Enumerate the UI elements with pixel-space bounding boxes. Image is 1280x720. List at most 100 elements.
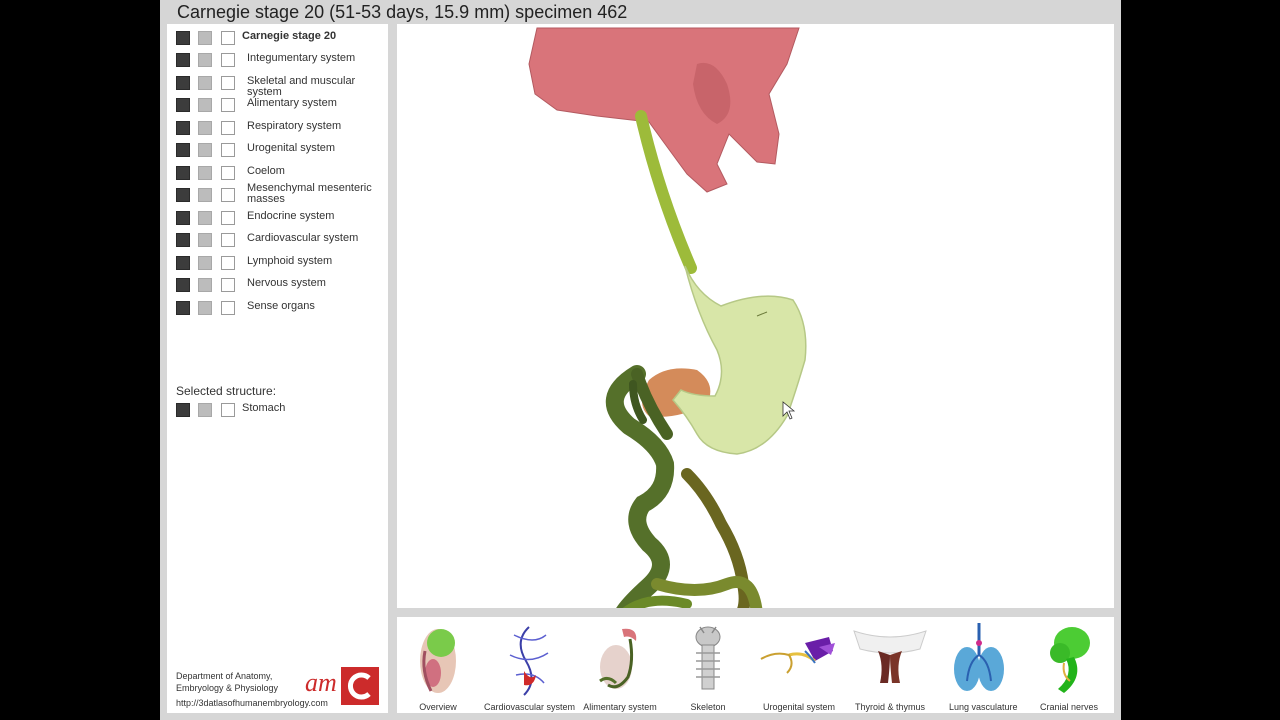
- alimentary-thumbnail: [599, 628, 637, 689]
- thumb-urogenital[interactable]: Urogenital system: [759, 617, 839, 713]
- page-title: Carnegie stage 20 (51-53 days, 15.9 mm) …: [177, 2, 628, 22]
- system-label: Coelom: [247, 165, 285, 177]
- hide-toggle[interactable]: [221, 53, 235, 67]
- hide-toggle[interactable]: [221, 211, 235, 225]
- show-solid-toggle[interactable]: [176, 301, 190, 315]
- system-label: Respiratory system: [247, 120, 342, 132]
- cardiovascular-thumbnail: [509, 626, 549, 696]
- system-row[interactable]: Cardiovascular system: [176, 232, 388, 249]
- department-line-2: Embryology & Physiology: [176, 683, 279, 693]
- hide-toggle[interactable]: [221, 278, 235, 292]
- system-label: Endocrine system: [247, 210, 335, 222]
- show-solid-toggle[interactable]: [176, 121, 190, 135]
- hide-toggle[interactable]: [221, 188, 235, 202]
- hide-toggle[interactable]: [221, 31, 235, 45]
- system-label: Mesenchymal mesenteric masses: [247, 182, 372, 205]
- thumb-overview-label: Overview: [419, 702, 457, 712]
- hide-toggle[interactable]: [221, 76, 235, 90]
- hide-toggle[interactable]: [221, 143, 235, 157]
- system-row[interactable]: Integumentary system: [176, 52, 388, 69]
- show-transparent-toggle[interactable]: [198, 76, 212, 90]
- thumb-thyroid[interactable]: Thyroid & thymus: [850, 617, 930, 713]
- thumb-cardiovascular[interactable]: Cardiovascular system: [484, 617, 576, 713]
- hide-toggle[interactable]: [221, 233, 235, 247]
- system-row[interactable]: Endocrine system: [176, 210, 388, 227]
- hide-toggle[interactable]: [221, 403, 235, 417]
- show-transparent-toggle[interactable]: [198, 278, 212, 292]
- show-solid-toggle[interactable]: [176, 233, 190, 247]
- lung-thumbnail: [954, 623, 1004, 691]
- selected-structure-heading: Selected structure:: [176, 384, 277, 398]
- system-label: Carnegie stage 20: [242, 30, 337, 42]
- show-transparent-toggle[interactable]: [198, 211, 212, 225]
- show-solid-toggle[interactable]: [176, 211, 190, 225]
- thumb-skeleton[interactable]: Skeleton: [690, 617, 726, 713]
- show-solid-toggle[interactable]: [176, 31, 190, 45]
- selected-structure-label: Stomach: [242, 402, 286, 414]
- thumb-lung[interactable]: Lung vasculature: [949, 617, 1018, 713]
- show-transparent-toggle[interactable]: [198, 166, 212, 180]
- system-row[interactable]: Nervous system: [176, 277, 388, 294]
- 3d-viewer[interactable]: [397, 24, 1114, 608]
- show-transparent-toggle[interactable]: [198, 143, 212, 157]
- show-solid-toggle[interactable]: [176, 256, 190, 270]
- show-solid-toggle[interactable]: [176, 278, 190, 292]
- show-transparent-toggle[interactable]: [198, 188, 212, 202]
- hide-toggle[interactable]: [221, 166, 235, 180]
- hide-toggle[interactable]: [221, 98, 235, 112]
- show-solid-toggle[interactable]: [176, 143, 190, 157]
- system-row[interactable]: Coelom: [176, 165, 388, 182]
- system-label: Nervous system: [247, 277, 326, 289]
- urogenital-thumbnail: [760, 637, 835, 674]
- show-solid-toggle[interactable]: [176, 166, 190, 180]
- thumb-skeleton-label: Skeleton: [690, 702, 726, 712]
- system-label: Cardiovascular system: [247, 232, 359, 244]
- system-label: Urogenital system: [247, 142, 336, 154]
- show-transparent-toggle[interactable]: [198, 233, 212, 247]
- thumb-urogenital-label: Urogenital system: [762, 702, 836, 712]
- selected-structure-row[interactable]: Stomach: [176, 402, 388, 419]
- show-transparent-toggle[interactable]: [198, 403, 212, 417]
- thumb-cranial-nerves[interactable]: Cranial nerves: [1039, 617, 1099, 713]
- thumb-cranial-nerves-label: Cranial nerves: [1039, 702, 1099, 712]
- show-solid-toggle[interactable]: [176, 188, 190, 202]
- thumb-alimentary[interactable]: Alimentary system: [580, 617, 660, 713]
- system-row[interactable]: Lymphoid system: [176, 255, 388, 272]
- amc-logo: am: [305, 665, 381, 707]
- system-label: Alimentary system: [247, 97, 337, 109]
- system-row[interactable]: Alimentary system: [176, 97, 388, 114]
- show-transparent-toggle[interactable]: [198, 31, 212, 45]
- thyroid-thumbnail: [853, 630, 927, 683]
- system-row[interactable]: Skeletal and muscular system: [176, 75, 388, 98]
- show-solid-toggle[interactable]: [176, 98, 190, 112]
- embryo-model[interactable]: [397, 24, 1114, 608]
- show-solid-toggle[interactable]: [176, 53, 190, 67]
- hide-toggle[interactable]: [221, 121, 235, 135]
- system-row[interactable]: Mesenchymal mesenteric masses: [176, 183, 388, 205]
- system-label: Lymphoid system: [247, 255, 333, 267]
- logo-text: am: [305, 668, 337, 697]
- hide-toggle[interactable]: [221, 256, 235, 270]
- department-label: Department of Anatomy, Embryology & Phys…: [176, 670, 278, 694]
- show-transparent-toggle[interactable]: [198, 121, 212, 135]
- show-transparent-toggle[interactable]: [198, 256, 212, 270]
- skeleton-thumbnail: [695, 626, 721, 690]
- system-row[interactable]: Respiratory system: [176, 120, 388, 137]
- thumb-overview[interactable]: Overview: [417, 617, 459, 713]
- stomach-model[interactable]: [672, 265, 807, 455]
- show-solid-toggle[interactable]: [176, 403, 190, 417]
- system-row[interactable]: Urogenital system: [176, 142, 388, 159]
- system-row[interactable]: Sense organs: [176, 300, 388, 317]
- liver-model[interactable]: [528, 27, 800, 193]
- system-label: Skeletal and muscular system: [247, 75, 356, 98]
- hide-toggle[interactable]: [221, 301, 235, 315]
- system-row[interactable]: Carnegie stage 20: [176, 30, 388, 47]
- thumb-thyroid-label: Thyroid & thymus: [854, 702, 926, 712]
- show-solid-toggle[interactable]: [176, 76, 190, 90]
- show-transparent-toggle[interactable]: [198, 301, 212, 315]
- thumb-cardiovascular-label: Cardiovascular system: [484, 702, 576, 712]
- show-transparent-toggle[interactable]: [198, 53, 212, 67]
- overview-thumbnail: [420, 629, 456, 693]
- cranial-nerves-thumbnail: [1050, 627, 1090, 693]
- show-transparent-toggle[interactable]: [198, 98, 212, 112]
